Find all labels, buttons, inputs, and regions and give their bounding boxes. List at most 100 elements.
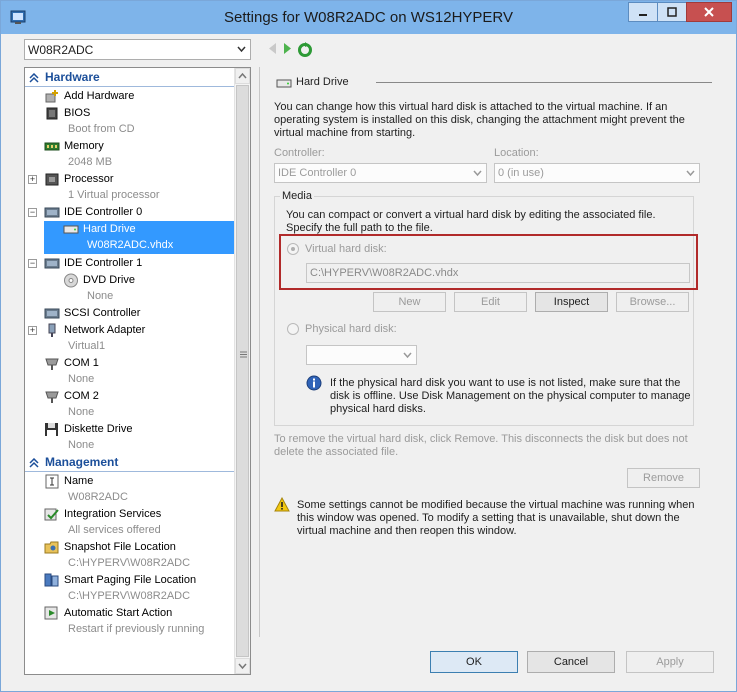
collapse-toggle[interactable]: − [28, 259, 37, 268]
vm-selector[interactable]: W08R2ADC [24, 39, 251, 60]
integration-services-icon [44, 507, 60, 522]
tree-item-processor[interactable]: + Processor 1 Virtual processor [25, 171, 234, 204]
new-button[interactable]: New [373, 292, 446, 312]
tree-item-label: Processor [64, 173, 114, 185]
group-title: Hard Drive [296, 76, 349, 88]
physical-hard-disk-dropdown[interactable] [306, 345, 417, 365]
tree-item-label: Memory [64, 140, 104, 152]
physical-disk-info: If the physical hard disk you want to us… [330, 377, 691, 415]
navigation-toolbar [267, 42, 313, 58]
tree-item-sublabel: C:\HYPERV\W08R2ADC [68, 590, 191, 602]
tree-item-smart-paging-file-location[interactable]: Smart Paging File Location C:\HYPERV\W08… [25, 572, 234, 605]
title-bar: Settings for W08R2ADC on WS12HYPERV [1, 1, 736, 34]
tree-item-sublabel: Restart if previously running [68, 623, 205, 635]
collapse-toggle[interactable]: − [28, 208, 37, 217]
chevron-down-icon [238, 663, 247, 670]
snapshot-folder-icon [44, 540, 60, 555]
physical-hard-disk-label: Physical hard disk: [305, 323, 397, 335]
virtual-hard-disk-path[interactable]: C:\HYPERV\W08R2ADC.vhdx [306, 263, 690, 283]
tree-item-sublabel: None [68, 373, 95, 385]
browse-button[interactable]: Browse... [616, 292, 689, 312]
remove-button[interactable]: Remove [627, 468, 700, 488]
chevron-down-icon [473, 170, 482, 177]
tree-item-label: IDE Controller 1 [64, 257, 143, 269]
tree-item-com2[interactable]: COM 2 None [25, 388, 234, 421]
location-dropdown[interactable]: 0 (in use) [494, 163, 700, 183]
minimize-button[interactable] [628, 2, 658, 22]
tree-item-sublabel: 1 Virtual processor [68, 189, 160, 201]
maximize-button[interactable] [657, 2, 687, 22]
tree-item-automatic-start-action[interactable]: Automatic Start Action Restart if previo… [25, 605, 234, 638]
tree-scrollbar[interactable] [234, 68, 250, 674]
ide-controller-icon [44, 256, 60, 271]
chevron-down-icon [237, 46, 246, 53]
management-header-label: Management [45, 455, 119, 469]
minimize-icon [639, 14, 647, 16]
cancel-button[interactable]: Cancel [527, 651, 615, 673]
scsi-controller-icon [44, 306, 60, 321]
media-description: You can compact or convert a virtual har… [286, 209, 656, 234]
apply-button[interactable]: Apply [626, 651, 714, 673]
tree-item-dvd-drive[interactable]: DVD Drive None [25, 272, 234, 305]
virtual-hard-disk-radio[interactable] [287, 243, 299, 255]
tree-item-sublabel: W08R2ADC.vhdx [87, 239, 174, 251]
add-hardware-icon [44, 89, 60, 104]
back-arrow-icon[interactable] [267, 42, 278, 55]
tree-item-snapshot-file-location[interactable]: Snapshot File Location C:\HYPERV\W08R2AD… [25, 539, 234, 572]
hardware-header-label: Hardware [45, 70, 100, 84]
warning-icon [274, 497, 290, 512]
tree-item-name[interactable]: Name W08R2ADC [25, 473, 234, 506]
client-area: W08R2ADC Hardware Add Hardware BIOS Boot… [9, 34, 728, 685]
tree-item-label: SCSI Controller [64, 307, 141, 319]
smart-paging-icon [44, 573, 60, 588]
double-chevron-up-icon [29, 73, 39, 83]
warning-text: Some settings cannot be modified because… [297, 499, 695, 537]
expand-toggle[interactable]: + [28, 175, 37, 184]
controller-dropdown[interactable]: IDE Controller 0 [274, 163, 487, 183]
remove-instructions: To remove the virtual hard disk, click R… [274, 433, 688, 458]
close-button[interactable] [686, 2, 732, 22]
hardware-section-header[interactable]: Hardware [25, 70, 234, 87]
tree-item-label: Snapshot File Location [64, 541, 176, 553]
tree-item-label: Name [64, 475, 94, 487]
controller-value: IDE Controller 0 [278, 167, 357, 179]
maximize-icon [667, 7, 677, 17]
hard-drive-group-header: Hard Drive [276, 75, 712, 91]
tree-item-memory[interactable]: Memory 2048 MB [25, 138, 234, 171]
tree-item-com1[interactable]: COM 1 None [25, 355, 234, 388]
scrollbar-thumb[interactable] [236, 85, 249, 657]
tree-item-hard-drive[interactable]: Hard Drive W08R2ADC.vhdx [44, 221, 234, 254]
bios-chip-icon [44, 106, 60, 121]
scroll-up-button[interactable] [235, 68, 250, 84]
tree-item-label: IDE Controller 0 [64, 206, 143, 218]
controller-label: Controller: [274, 147, 325, 159]
com-port-icon [44, 389, 60, 404]
tree-item-bios[interactable]: BIOS Boot from CD [25, 105, 234, 138]
virtual-hard-disk-label: Virtual hard disk: [305, 243, 387, 255]
tree-item-label: BIOS [64, 107, 91, 119]
management-section-header[interactable]: Management [25, 455, 234, 472]
tree-item-sublabel: All services offered [68, 524, 161, 536]
ide-controller-icon [44, 205, 60, 220]
expand-toggle[interactable]: + [28, 326, 37, 335]
tree-item-label: Hard Drive [83, 223, 136, 235]
tree-item-network-adapter[interactable]: + Network Adapter Virtual1 [25, 322, 234, 355]
edit-button[interactable]: Edit [454, 292, 527, 312]
tree-item-diskette-drive[interactable]: Diskette Drive None [25, 421, 234, 454]
tree-item-sublabel: Boot from CD [68, 123, 135, 135]
ok-button[interactable]: OK [430, 651, 518, 673]
floppy-disk-icon [44, 422, 60, 437]
tree-item-label: Smart Paging File Location [64, 574, 197, 586]
chevron-up-icon [238, 72, 247, 79]
scroll-down-button[interactable] [235, 658, 250, 674]
window-title: Settings for W08R2ADC on WS12HYPERV [223, 9, 513, 26]
inspect-button[interactable]: Inspect [535, 292, 608, 312]
tree-item-sublabel: C:\HYPERV\W08R2ADC [68, 557, 191, 569]
settings-tree: Hardware Add Hardware BIOS Boot from CD [24, 67, 251, 675]
tree-item-label: DVD Drive [83, 274, 135, 286]
forward-arrow-icon[interactable] [282, 42, 293, 55]
physical-hard-disk-radio[interactable] [287, 323, 299, 335]
name-field-icon [44, 474, 60, 489]
refresh-icon[interactable] [297, 42, 313, 58]
tree-item-integration-services[interactable]: Integration Services All services offere… [25, 506, 234, 539]
